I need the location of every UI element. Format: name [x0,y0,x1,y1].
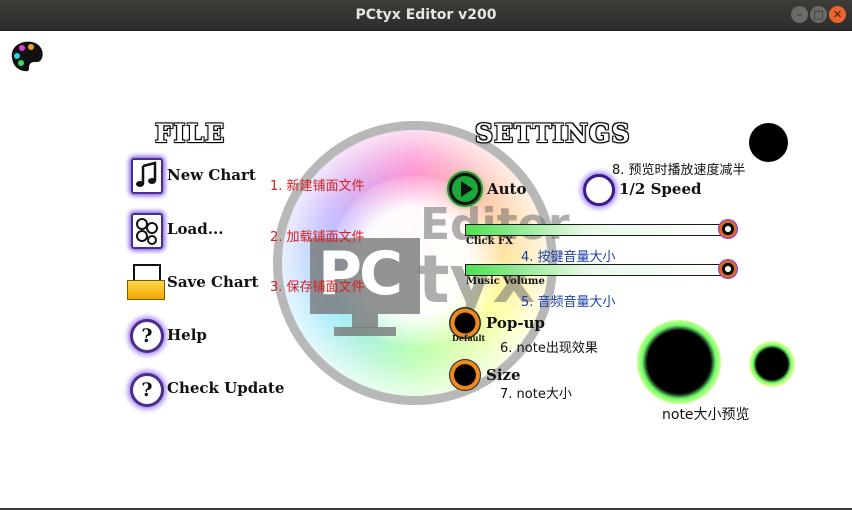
popup-label: Pop-up [486,314,545,332]
play-icon [452,176,478,202]
note-preview-large [637,320,721,404]
load-button[interactable]: Load... [167,220,223,238]
circles-icon [136,218,158,245]
new-chart-button-icon[interactable] [131,158,163,194]
auto-toggle[interactable] [449,173,481,205]
popup-default-label: Default [452,333,486,343]
music-volume-note: 5. 音频音量大小 [521,295,616,310]
top-right-black-dot [749,123,788,162]
load-button-icon[interactable] [131,213,163,249]
music-volume-label: Music Volume [466,276,545,287]
size-note: 7. note大小 [500,387,572,402]
popup-note: 6. note出现效果 [500,341,598,356]
logo-pc-text: PC [318,239,403,309]
maximize-icon[interactable]: □ [810,6,827,23]
new-chart-note: 1. 新建铺面文件 [270,179,365,194]
click-fx-slider-knob[interactable] [717,219,738,239]
click-fx-label: Click FX [466,236,513,247]
check-update-icon[interactable]: ? [130,373,164,407]
window-titlebar[interactable]: PCtyx Editor v200 – □ ✕ [0,0,852,31]
help-button[interactable]: Help [167,326,207,344]
check-update-button[interactable]: Check Update [167,379,284,397]
palette-icon[interactable] [8,38,46,74]
load-note: 2. 加载铺面文件 [270,230,365,245]
save-chart-note: 3. 保存铺面文件 [270,280,365,295]
main-content: Editor PC tyx FILE New Chart 1. 新建铺面文件 L… [0,31,852,510]
half-speed-toggle[interactable] [583,174,615,206]
save-icon-tray [127,280,165,300]
settings-heading: SETTINGS [475,119,631,148]
music-volume-slider[interactable] [465,264,735,276]
click-fx-slider[interactable] [465,224,735,236]
save-chart-button-icon[interactable] [127,264,165,300]
size-button[interactable] [449,359,481,391]
new-chart-button[interactable]: New Chart [167,166,256,184]
note-preview-label: note大小预览 [662,407,750,423]
music-volume-slider-knob[interactable] [717,259,738,279]
file-heading: FILE [155,119,226,148]
click-fx-note: 4. 按键音量大小 [521,250,616,265]
half-speed-note: 8. 预览时播放速度减半 [612,163,746,178]
window-title: PCtyx Editor v200 [355,7,497,23]
close-icon[interactable]: ✕ [829,6,846,23]
save-chart-button[interactable]: Save Chart [167,273,258,291]
music-note-icon [136,161,157,187]
help-icon[interactable]: ? [130,319,164,353]
minimize-icon[interactable]: – [791,6,808,23]
note-preview-small [749,341,795,387]
auto-label: Auto [487,180,527,198]
half-speed-label: 1/2 Speed [619,180,702,198]
size-label: Size [486,366,521,384]
